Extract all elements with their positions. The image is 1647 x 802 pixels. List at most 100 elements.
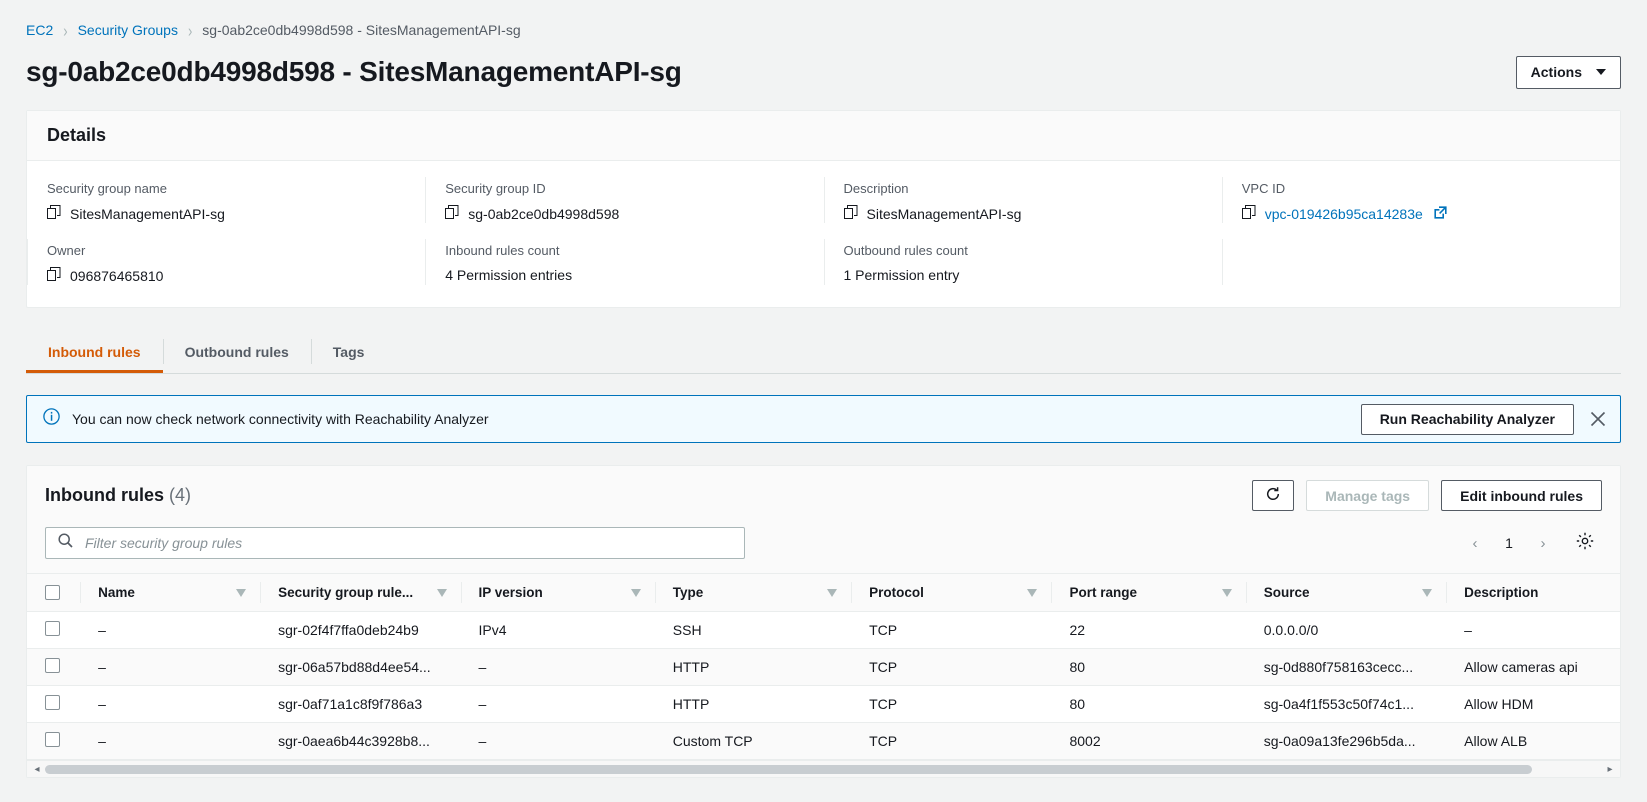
- tab-outbound-rules[interactable]: Outbound rules: [162, 330, 311, 373]
- table-header-row: Inbound rules (4) Manage tags Edit inbou…: [27, 466, 1620, 515]
- sort-icon[interactable]: [827, 588, 838, 597]
- vpc-id-link[interactable]: vpc-019426b95ca14283e: [1265, 206, 1423, 222]
- detail-label: Owner: [47, 243, 86, 258]
- select-all-header: [27, 573, 81, 612]
- detail-value: vpc-019426b95ca14283e: [1241, 205, 1600, 223]
- detail-text: 096876465810: [70, 268, 164, 284]
- table-body: – sgr-02f4f7ffa0deb24b9 IPv4 SSH TCP 22 …: [27, 611, 1620, 760]
- sort-icon[interactable]: [1221, 588, 1232, 597]
- detail-text: sg-0ab2ce0db4998d598: [468, 206, 620, 222]
- detail-vpc-id: VPC ID vpc-019426b95ca14283e: [1221, 165, 1620, 227]
- breadcrumb-separator-icon: ›: [63, 19, 68, 41]
- breadcrumb: EC2 › Security Groups › sg-0ab2ce0db4998…: [0, 0, 1647, 44]
- column-label: Name: [98, 585, 135, 600]
- cell-type: HTTP: [654, 648, 852, 686]
- prev-page-button[interactable]: ‹: [1460, 528, 1490, 558]
- search-box[interactable]: [45, 527, 745, 559]
- sort-icon[interactable]: [436, 588, 447, 597]
- manage-tags-button[interactable]: Manage tags: [1306, 480, 1430, 511]
- page-number[interactable]: 1: [1494, 528, 1524, 558]
- column-header-port-range[interactable]: Port range: [1051, 573, 1246, 612]
- actions-button[interactable]: Actions: [1515, 55, 1621, 89]
- breadcrumb-item-ec2[interactable]: EC2: [26, 22, 53, 38]
- column-header-description[interactable]: Description: [1446, 573, 1620, 612]
- tab-label: Inbound rules: [48, 343, 141, 360]
- copy-icon[interactable]: [1241, 205, 1256, 223]
- copy-icon[interactable]: [445, 205, 459, 223]
- scroll-right-icon[interactable]: ▸: [1604, 764, 1616, 775]
- row-select-cell: [27, 685, 81, 723]
- tab-inbound-rules[interactable]: Inbound rules: [26, 330, 163, 373]
- detail-security-group-id: Security group ID sg-0ab2ce0db4998d598: [425, 165, 823, 227]
- row-select-cell: [27, 722, 81, 760]
- detail-label: Security group ID: [445, 181, 546, 196]
- detail-value: 096876465810: [47, 267, 405, 285]
- detail-value: 1 Permission entry: [844, 267, 1202, 283]
- copy-icon[interactable]: [47, 205, 61, 223]
- cell-name: –: [80, 685, 261, 723]
- column-header-name[interactable]: Name: [80, 573, 261, 612]
- sort-icon[interactable]: [630, 588, 641, 597]
- edit-inbound-rules-button[interactable]: Edit inbound rules: [1441, 480, 1602, 511]
- row-checkbox[interactable]: [45, 621, 60, 636]
- cell-type: HTTP: [654, 685, 852, 723]
- table-title: Inbound rules (4): [45, 485, 191, 506]
- select-all-checkbox[interactable]: [45, 585, 60, 600]
- column-header-source[interactable]: Source: [1245, 573, 1447, 612]
- table-row[interactable]: – sgr-0aea6b44c3928b8... – Custom TCP TC…: [27, 722, 1620, 760]
- cell-rule-id: sgr-0aea6b44c3928b8...: [260, 722, 461, 760]
- scroll-left-icon[interactable]: ◂: [31, 764, 43, 775]
- cell-name: –: [80, 611, 261, 649]
- table-row[interactable]: – sgr-06a57bd88d4ee54... – HTTP TCP 80 s…: [27, 648, 1620, 686]
- row-checkbox[interactable]: [45, 658, 60, 673]
- column-label: Type: [672, 585, 704, 600]
- detail-value: SitesManagementAPI-sg: [47, 205, 405, 223]
- column-label: Protocol: [869, 585, 924, 600]
- page-root: EC2 › Security Groups › sg-0ab2ce0db4998…: [0, 0, 1647, 802]
- info-icon: [43, 408, 60, 430]
- sort-icon[interactable]: [236, 588, 247, 597]
- horizontal-scrollbar[interactable]: ◂ ▸: [27, 760, 1620, 777]
- breadcrumb-item-security-groups[interactable]: Security Groups: [78, 22, 178, 38]
- cell-type: Custom TCP: [654, 722, 852, 760]
- detail-label: Outbound rules count: [843, 243, 968, 258]
- external-link-icon[interactable]: [1434, 206, 1447, 222]
- actions-button-label: Actions: [1530, 64, 1582, 80]
- row-select-cell: [27, 611, 81, 649]
- detail-text: 4 Permission entries: [445, 267, 573, 283]
- run-reachability-analyzer-button[interactable]: Run Reachability Analyzer: [1360, 403, 1574, 435]
- row-checkbox[interactable]: [45, 732, 60, 747]
- tab-label: Outbound rules: [184, 343, 289, 360]
- banner-text: You can now check network connectivity w…: [72, 411, 489, 427]
- detail-value: sg-0ab2ce0db4998d598: [445, 205, 803, 223]
- details-grid: Security group name SitesManagementAPI-s…: [27, 161, 1620, 307]
- cell-description: Allow ALB: [1446, 722, 1620, 760]
- copy-icon[interactable]: [47, 267, 61, 285]
- details-heading: Details: [47, 125, 107, 145]
- sort-icon[interactable]: [1422, 588, 1433, 597]
- cell-port-range: 80: [1051, 648, 1246, 686]
- next-page-button[interactable]: ›: [1528, 528, 1558, 558]
- detail-label: Inbound rules count: [445, 243, 560, 258]
- tab-tags[interactable]: Tags: [310, 330, 387, 373]
- scrollbar-thumb[interactable]: [45, 764, 1532, 774]
- table-row[interactable]: – sgr-0af71a1c8f9f786a3 – HTTP TCP 80 sg…: [27, 685, 1620, 723]
- close-icon[interactable]: [1590, 411, 1606, 427]
- tab-bar: Inbound rules Outbound rules Tags: [26, 330, 1621, 374]
- chevron-down-icon: [1596, 69, 1606, 75]
- search-input[interactable]: [83, 534, 744, 552]
- detail-text: SitesManagementAPI-sg: [70, 206, 225, 222]
- copy-icon[interactable]: [843, 205, 858, 223]
- table-row[interactable]: – sgr-02f4f7ffa0deb24b9 IPv4 SSH TCP 22 …: [27, 611, 1620, 649]
- table-filter-row: ‹ 1 ›: [27, 515, 1620, 573]
- table-preferences-button[interactable]: [1568, 528, 1602, 558]
- column-header-protocol[interactable]: Protocol: [851, 573, 1052, 612]
- column-header-type[interactable]: Type: [654, 573, 852, 612]
- row-checkbox[interactable]: [45, 695, 60, 710]
- refresh-button[interactable]: [1252, 480, 1295, 511]
- column-header-security-group-rule-id[interactable]: Security group rule...: [260, 573, 461, 612]
- cell-rule-id: sgr-06a57bd88d4ee54...: [260, 648, 461, 686]
- sort-icon[interactable]: [1027, 588, 1038, 597]
- scrollbar-track[interactable]: [45, 764, 1602, 774]
- column-header-ip-version[interactable]: IP version: [460, 573, 655, 612]
